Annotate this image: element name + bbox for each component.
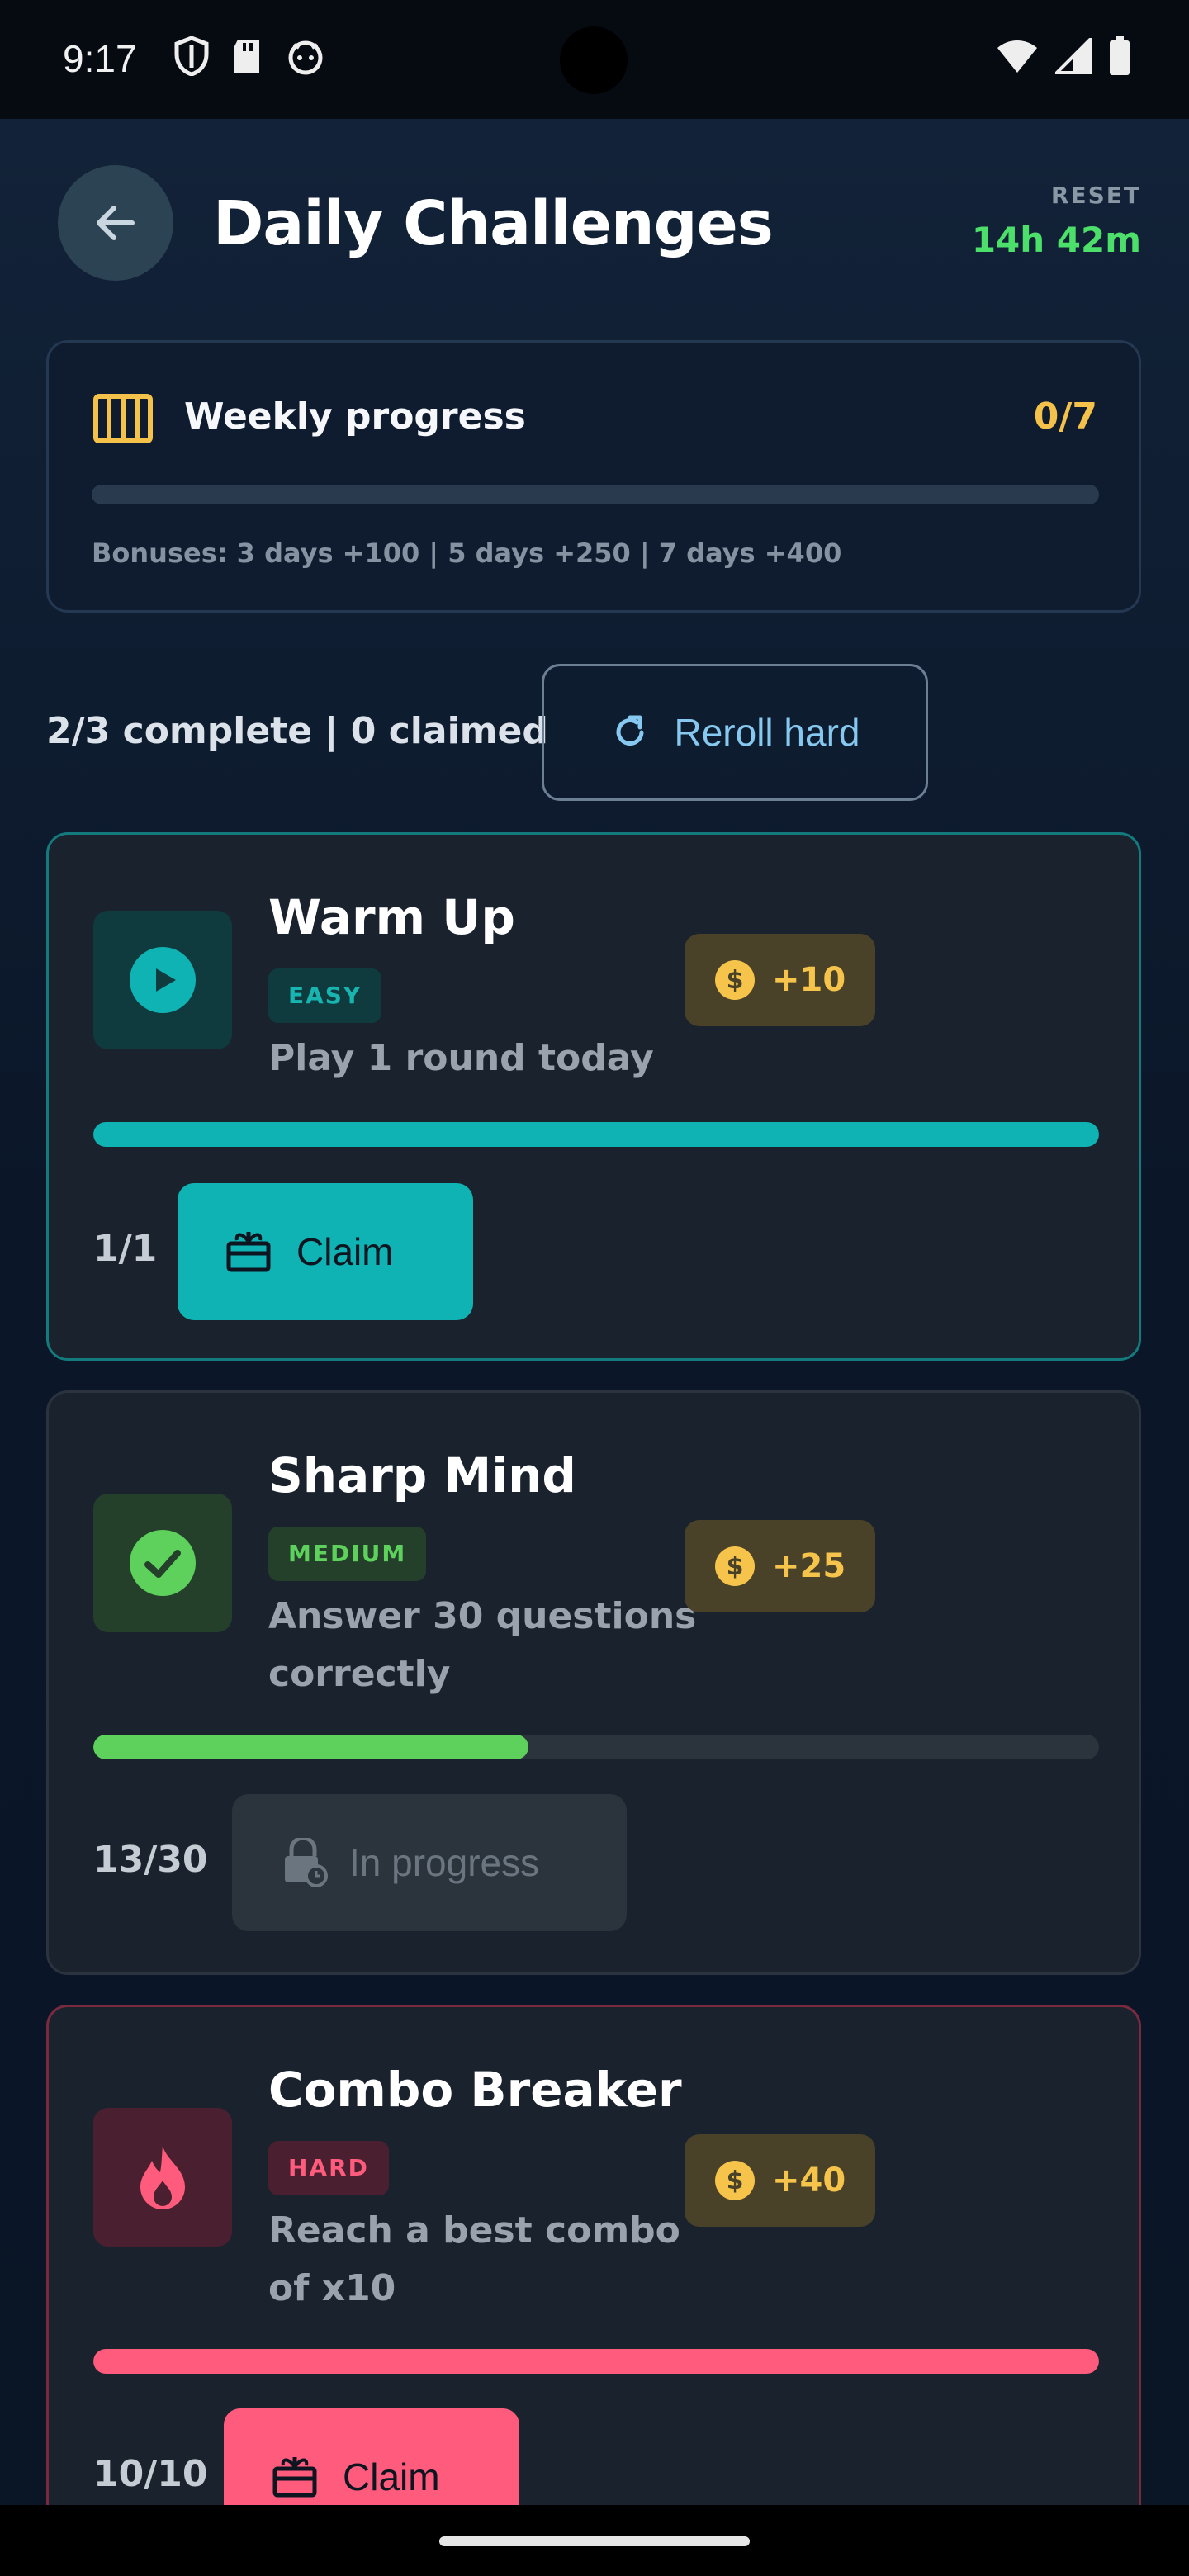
weekly-bonuses: Bonuses: 3 days +100 | 5 days +250 | 7 d… bbox=[92, 537, 842, 569]
wifi-icon bbox=[997, 40, 1037, 73]
reroll-label: Reroll hard bbox=[674, 711, 860, 754]
reset-timer: 14h 42m bbox=[971, 220, 1141, 260]
back-button[interactable] bbox=[58, 165, 173, 281]
challenge-title: Warm Up bbox=[268, 889, 515, 945]
reward-amount: +25 bbox=[772, 1547, 846, 1585]
challenge-icon-tile bbox=[93, 2108, 232, 2247]
sd-card-icon bbox=[234, 40, 259, 73]
in-progress-label: In progress bbox=[349, 1841, 540, 1884]
difficulty-badge: EASY bbox=[268, 968, 382, 1023]
reward-badge: $ +25 bbox=[685, 1520, 876, 1612]
signal-icon bbox=[1055, 38, 1092, 74]
challenge-description: Answer 30 questions correctly bbox=[268, 1595, 697, 1695]
flame-icon bbox=[140, 2146, 185, 2209]
difficulty-badge: HARD bbox=[268, 2141, 389, 2195]
challenge-card-sharp-mind: Sharp Mind MEDIUM Answer 30 questions co… bbox=[46, 1390, 1141, 1975]
gift-icon bbox=[272, 2457, 317, 2498]
lock-clock-icon bbox=[285, 1838, 328, 1887]
claim-button[interactable]: Claim bbox=[178, 1183, 473, 1320]
weekly-progress-card: Weekly progress 0/7 Bonuses: 3 days +100… bbox=[46, 340, 1141, 613]
refresh-icon bbox=[616, 715, 643, 746]
reroll-hard-button[interactable]: Reroll hard bbox=[542, 664, 928, 801]
challenge-progress-fill bbox=[93, 1122, 1099, 1147]
weekly-progress-count: 0/7 bbox=[1033, 395, 1097, 438]
home-gesture-pill[interactable] bbox=[439, 2536, 750, 2546]
navigation-bar bbox=[0, 2505, 1189, 2576]
status-time: 9:17 bbox=[63, 37, 137, 80]
claim-button[interactable]: Claim bbox=[224, 2408, 519, 2505]
page-title: Daily Challenges bbox=[213, 188, 774, 259]
weekly-progress-bar bbox=[92, 485, 1099, 504]
challenge-progress-fill bbox=[93, 1735, 529, 1759]
challenge-count: 13/30 bbox=[93, 1839, 208, 1881]
challenge-title: Sharp Mind bbox=[268, 1447, 576, 1503]
reward-amount: +10 bbox=[772, 961, 846, 999]
svg-text:$: $ bbox=[727, 966, 744, 995]
challenge-progress-fill bbox=[93, 2349, 1099, 2374]
challenge-card-warm-up: Warm Up EASY Play 1 round today $ +10 1/… bbox=[46, 832, 1141, 1361]
challenge-icon-tile bbox=[93, 911, 232, 1049]
checkmark-icon bbox=[130, 1530, 196, 1596]
svg-text:$: $ bbox=[727, 1552, 744, 1581]
challenge-count: 10/10 bbox=[93, 2453, 208, 2495]
reward-amount: +40 bbox=[772, 2162, 846, 2200]
daily-challenges-screen: Daily Challenges RESET 14h 42m Weekly pr… bbox=[0, 119, 1189, 2505]
shield-icon bbox=[174, 36, 209, 76]
challenge-title: Combo Breaker bbox=[268, 2062, 682, 2118]
in-progress-button: In progress bbox=[232, 1794, 627, 1931]
challenge-count: 1/1 bbox=[93, 1228, 158, 1270]
challenge-description: Reach a best combo of x10 bbox=[268, 2209, 680, 2309]
challenge-description: Play 1 round today bbox=[268, 1037, 654, 1079]
arrow-left-icon bbox=[97, 206, 135, 240]
challenge-card-combo-breaker: Combo Breaker HARD Reach a best combo of… bbox=[46, 2005, 1141, 2505]
status-bar: 9:17 bbox=[0, 0, 1189, 119]
reward-badge: $ +10 bbox=[685, 934, 876, 1026]
play-icon bbox=[130, 947, 196, 1013]
challenge-progress-bar bbox=[93, 1735, 1099, 1759]
coin-icon: $ bbox=[715, 960, 755, 1000]
coin-icon: $ bbox=[715, 1546, 755, 1586]
claim-label: Claim bbox=[343, 2455, 440, 2498]
gift-icon bbox=[226, 1232, 271, 1272]
android-robot-icon bbox=[288, 40, 323, 75]
camera-cutout bbox=[560, 26, 628, 94]
reward-badge: $ +40 bbox=[685, 2134, 876, 2227]
status-icons-right bbox=[996, 36, 1131, 76]
reset-label: RESET bbox=[1050, 182, 1141, 209]
challenges-summary: 2/3 complete | 0 claimed bbox=[46, 710, 548, 752]
difficulty-badge: MEDIUM bbox=[268, 1527, 427, 1581]
svg-text:$: $ bbox=[727, 2166, 744, 2195]
battery-icon bbox=[1110, 36, 1130, 75]
challenge-progress-bar bbox=[93, 1122, 1099, 1147]
challenge-progress-bar bbox=[93, 2349, 1099, 2374]
calendar-grid-icon bbox=[93, 394, 153, 443]
coin-icon: $ bbox=[715, 2161, 755, 2200]
challenge-icon-tile bbox=[93, 1494, 232, 1632]
weekly-progress-title: Weekly progress bbox=[184, 395, 526, 438]
claim-label: Claim bbox=[296, 1230, 394, 1273]
status-icons-left bbox=[173, 36, 325, 76]
